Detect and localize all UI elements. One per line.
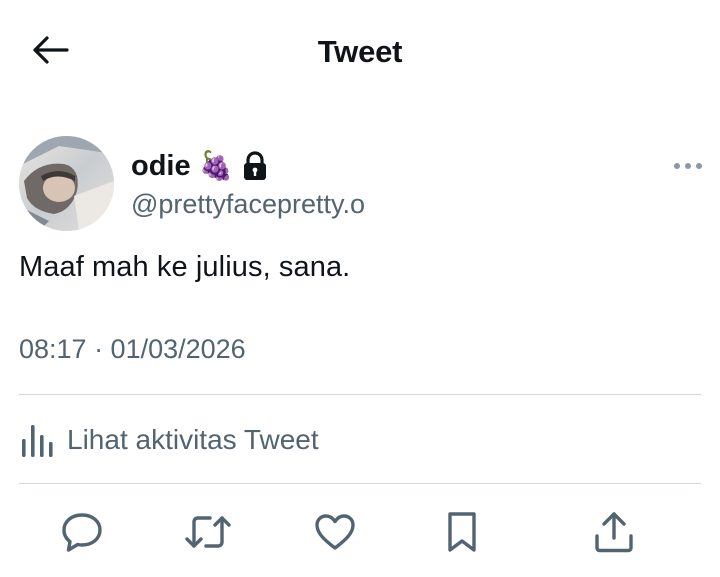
like-button[interactable] xyxy=(309,508,361,560)
avatar[interactable] xyxy=(19,136,114,231)
display-name[interactable]: odie xyxy=(131,150,191,183)
analytics-icon xyxy=(19,421,57,459)
heart-icon xyxy=(313,512,357,557)
retweet-icon xyxy=(184,512,232,557)
lock-icon xyxy=(242,151,268,181)
tweet-text: Maaf mah ke julius, sana. xyxy=(19,251,351,283)
bookmark-button[interactable] xyxy=(436,508,488,560)
arrow-left-icon xyxy=(31,35,69,70)
share-button[interactable] xyxy=(588,508,640,560)
divider xyxy=(19,394,701,395)
more-horizontal-icon xyxy=(673,158,703,176)
divider xyxy=(19,483,701,484)
grapes-emoji: 🍇 xyxy=(198,150,234,181)
share-icon xyxy=(593,510,635,559)
more-options-button[interactable] xyxy=(666,152,710,182)
author-name-row[interactable]: odie 🍇 xyxy=(131,144,268,188)
tweet-timestamp[interactable]: 08:17 · 01/03/2026 xyxy=(19,334,246,365)
retweet-button[interactable] xyxy=(182,508,234,560)
bookmark-icon xyxy=(444,510,480,559)
reply-icon xyxy=(60,511,104,558)
reply-button[interactable] xyxy=(56,508,108,560)
activity-label: Lihat aktivitas Tweet xyxy=(67,424,319,455)
view-tweet-activity[interactable]: Lihat aktivitas Tweet xyxy=(19,418,701,462)
user-handle[interactable]: @prettyfacepretty.o xyxy=(131,186,365,222)
page-title: Tweet xyxy=(317,34,403,69)
back-button[interactable] xyxy=(24,30,76,74)
